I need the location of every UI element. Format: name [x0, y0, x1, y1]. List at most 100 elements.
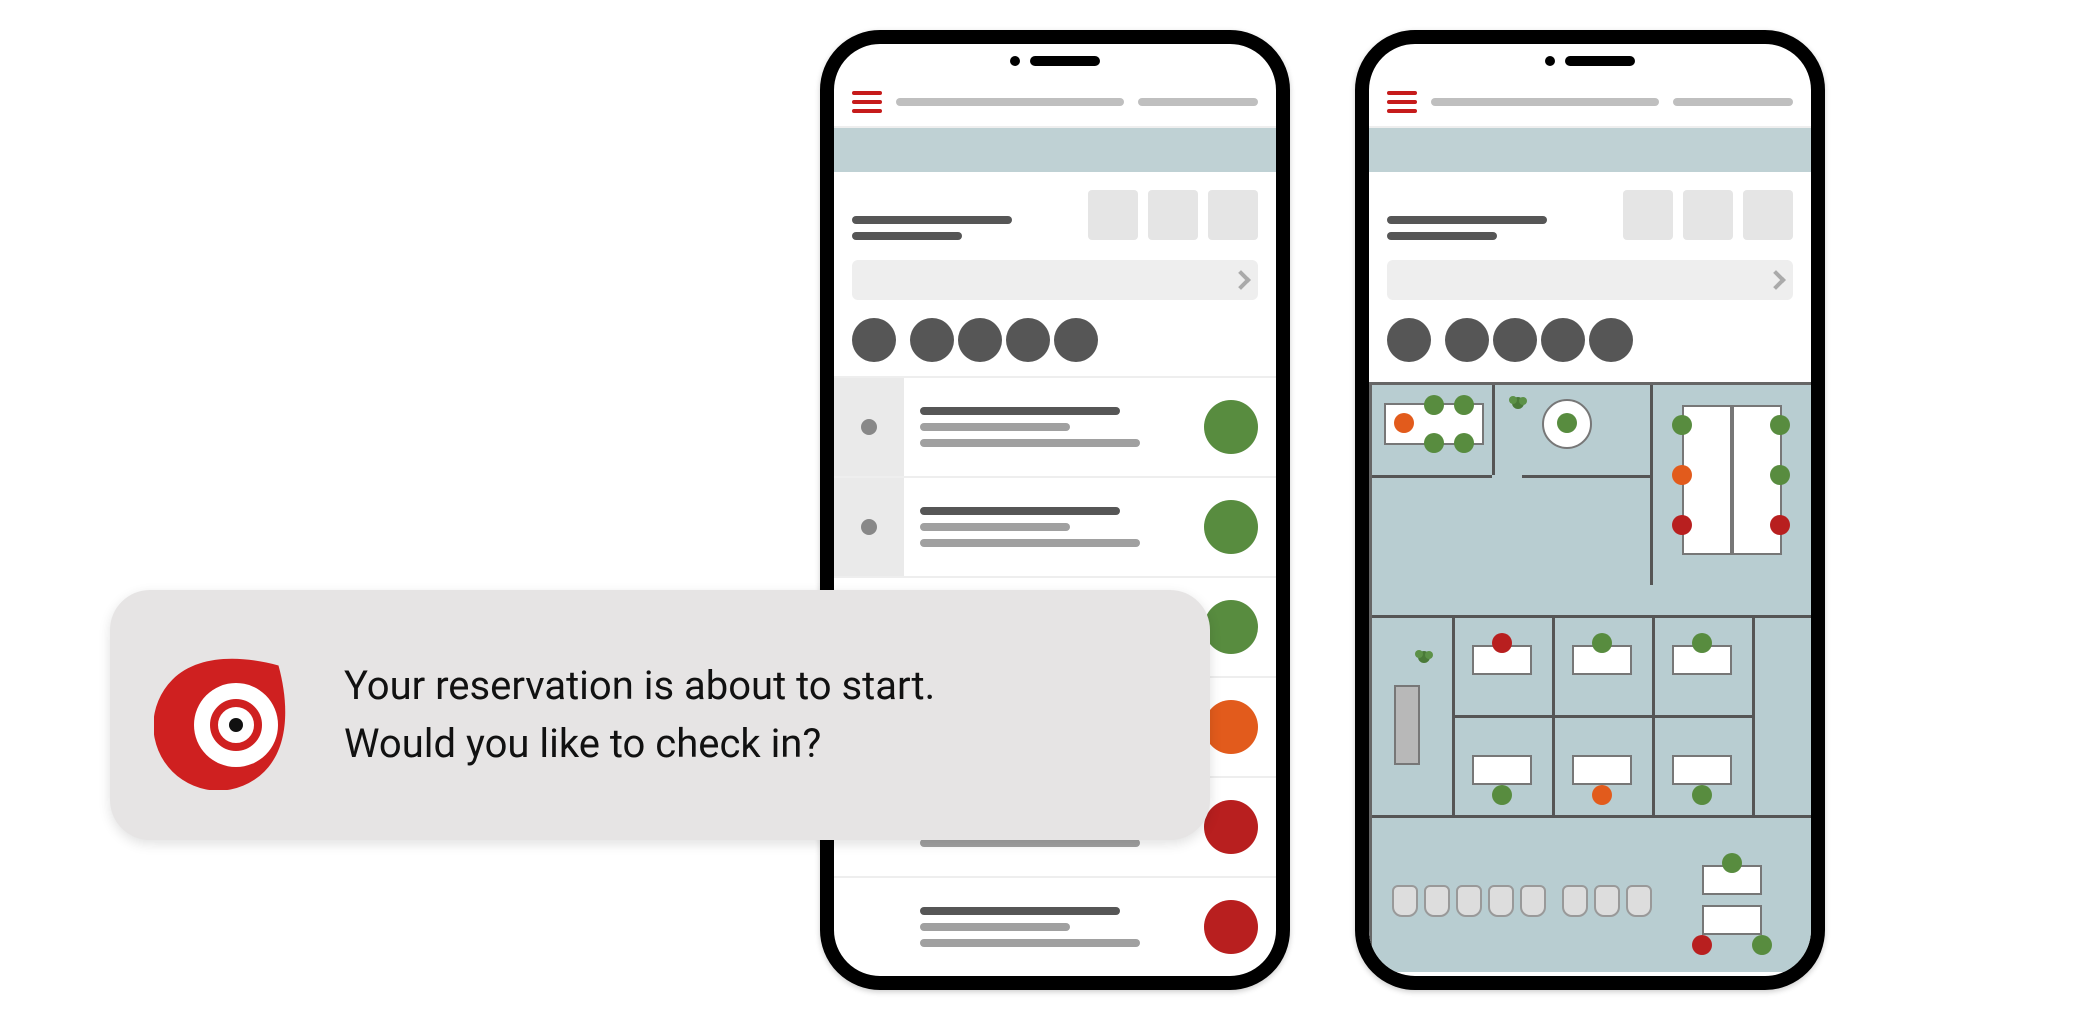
chevron-right-icon: [1766, 270, 1786, 290]
lounge-chair[interactable]: [1488, 885, 1514, 917]
seat-marker[interactable]: [1672, 415, 1692, 435]
status-dot-icon: [1204, 500, 1258, 554]
lounge-chair[interactable]: [1562, 885, 1588, 917]
subheading-line: [1387, 232, 1497, 240]
row-content: [920, 507, 1188, 547]
filter-zone: [834, 172, 1276, 246]
desk[interactable]: [1472, 755, 1532, 785]
subheading-line: [852, 232, 962, 240]
reservation-row[interactable]: [834, 878, 1276, 978]
reservation-row[interactable]: [834, 378, 1276, 478]
lounge-chair[interactable]: [1626, 885, 1652, 917]
status-dot-icon: [1204, 800, 1258, 854]
seat-marker[interactable]: [1692, 633, 1712, 653]
avatar[interactable]: [910, 318, 954, 362]
filter-chip[interactable]: [1208, 190, 1258, 240]
heading-line: [852, 216, 1012, 224]
avatar-selector: [834, 314, 1276, 376]
seat-marker[interactable]: [1770, 465, 1790, 485]
avatar[interactable]: [1006, 318, 1050, 362]
plant-icon: [1506, 391, 1530, 415]
seat-marker[interactable]: [1692, 785, 1712, 805]
title-placeholder: [1431, 98, 1659, 106]
seat-marker[interactable]: [1454, 433, 1474, 453]
seat-marker[interactable]: [1770, 415, 1790, 435]
desk[interactable]: [1572, 755, 1632, 785]
time-marker-icon: [861, 519, 877, 535]
avatar[interactable]: [1387, 318, 1431, 362]
action-placeholder: [1138, 98, 1258, 106]
time-column: [834, 978, 904, 990]
row-content: [920, 907, 1188, 947]
app-bar: [1369, 78, 1811, 128]
status-dot-icon: [1204, 700, 1258, 754]
seat-marker[interactable]: [1557, 413, 1577, 433]
chevron-right-icon: [1231, 270, 1251, 290]
seat-marker[interactable]: [1752, 935, 1772, 955]
seat-marker[interactable]: [1592, 633, 1612, 653]
app-bar: [834, 78, 1276, 128]
seat-marker[interactable]: [1592, 785, 1612, 805]
lounge-chair[interactable]: [1392, 885, 1418, 917]
seat-marker[interactable]: [1424, 395, 1444, 415]
floor-plan[interactable]: [1369, 382, 1811, 972]
lounge-chair[interactable]: [1520, 885, 1546, 917]
app-logo-icon: [154, 640, 304, 790]
phone-map-view: [1355, 30, 1825, 990]
reservation-row[interactable]: [834, 478, 1276, 578]
time-column: [834, 478, 904, 576]
filter-chip[interactable]: [1148, 190, 1198, 240]
time-column: [834, 878, 904, 976]
time-column: [834, 378, 904, 476]
seat-marker[interactable]: [1424, 433, 1444, 453]
desk[interactable]: [1672, 755, 1732, 785]
reservation-row[interactable]: [834, 978, 1276, 990]
seat-marker[interactable]: [1672, 515, 1692, 535]
avatar[interactable]: [1445, 318, 1489, 362]
status-dot-icon: [1204, 600, 1258, 654]
filter-chip[interactable]: [1088, 190, 1138, 240]
notification-toast[interactable]: Your reservation is about to start. Woul…: [110, 590, 1210, 840]
status-dot-icon: [1204, 900, 1258, 954]
hamburger-menu-icon[interactable]: [852, 91, 882, 113]
avatar-selector: [1369, 314, 1811, 376]
cabinet: [1394, 685, 1420, 765]
desk[interactable]: [1702, 905, 1762, 935]
filter-chip[interactable]: [1743, 190, 1793, 240]
seat-marker[interactable]: [1492, 633, 1512, 653]
avatar[interactable]: [1541, 318, 1585, 362]
lounge-chair[interactable]: [1424, 885, 1450, 917]
avatar[interactable]: [852, 318, 896, 362]
phone-list-view: [820, 30, 1290, 990]
hamburger-menu-icon[interactable]: [1387, 91, 1417, 113]
time-marker-icon: [861, 419, 877, 435]
filter-chip[interactable]: [1683, 190, 1733, 240]
heading-line: [1387, 216, 1547, 224]
notification-line-2: Would you like to check in?: [344, 715, 935, 773]
avatar[interactable]: [1493, 318, 1537, 362]
search-input[interactable]: [1387, 260, 1793, 300]
avatar[interactable]: [958, 318, 1002, 362]
seat-marker[interactable]: [1722, 853, 1742, 873]
title-placeholder: [896, 98, 1124, 106]
search-input[interactable]: [852, 260, 1258, 300]
status-bar: [834, 44, 1276, 78]
seat-marker[interactable]: [1394, 413, 1414, 433]
seat-marker[interactable]: [1672, 465, 1692, 485]
seat-marker[interactable]: [1692, 935, 1712, 955]
seat-marker[interactable]: [1492, 785, 1512, 805]
sub-header-band: [1369, 128, 1811, 172]
seat-marker[interactable]: [1770, 515, 1790, 535]
filter-chip[interactable]: [1623, 190, 1673, 240]
seat-marker[interactable]: [1454, 395, 1474, 415]
avatar[interactable]: [1589, 318, 1633, 362]
lounge-chair[interactable]: [1456, 885, 1482, 917]
lounge-chair[interactable]: [1594, 885, 1620, 917]
action-placeholder: [1673, 98, 1793, 106]
row-content: [920, 407, 1188, 447]
notification-text: Your reservation is about to start. Woul…: [344, 657, 935, 773]
sub-header-band: [834, 128, 1276, 172]
filter-zone: [1369, 172, 1811, 246]
avatar[interactable]: [1054, 318, 1098, 362]
plant-icon: [1412, 645, 1436, 669]
